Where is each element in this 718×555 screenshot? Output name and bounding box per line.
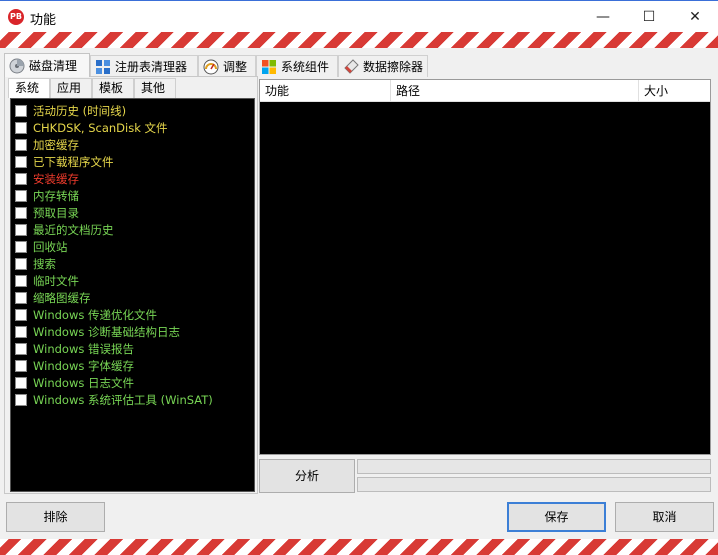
- save-button[interactable]: 保存: [507, 502, 606, 532]
- checkbox[interactable]: [15, 377, 27, 389]
- checkbox[interactable]: [15, 343, 27, 355]
- list-item[interactable]: 预取目录: [15, 205, 79, 221]
- window-title: 功能: [30, 13, 57, 28]
- close-button[interactable]: ✕: [672, 1, 718, 33]
- maximize-button[interactable]: ☐: [626, 1, 672, 33]
- list-item[interactable]: CHKDSK, ScanDisk 文件: [15, 120, 168, 136]
- list-item[interactable]: Windows 传递优化文件: [15, 307, 157, 323]
- item-label: 回收站: [33, 240, 68, 254]
- checkbox[interactable]: [15, 122, 27, 134]
- list-item[interactable]: 内存转储: [15, 188, 79, 204]
- list-item[interactable]: Windows 日志文件: [15, 375, 134, 391]
- list-item[interactable]: 回收站: [15, 239, 68, 255]
- item-label: 临时文件: [33, 274, 79, 288]
- minimize-button[interactable]: —: [580, 1, 626, 33]
- list-item[interactable]: 加密缓存: [15, 137, 79, 153]
- windows-icon: [261, 59, 277, 75]
- checkbox[interactable]: [15, 156, 27, 168]
- item-label: Windows 日志文件: [33, 376, 134, 390]
- analyze-button[interactable]: 分析: [259, 459, 355, 493]
- cleanup-item-list: 活动历史 (时间线) CHKDSK, ScanDisk 文件 加密缓存 已下载程…: [10, 98, 255, 492]
- item-label: Windows 错误报告: [33, 342, 134, 356]
- hazard-stripe-bottom: [0, 539, 718, 555]
- subtab-templates[interactable]: 模板: [92, 78, 134, 98]
- column-header-path[interactable]: 路径: [391, 80, 639, 102]
- item-label: 最近的文档历史: [33, 223, 114, 237]
- checkbox[interactable]: [15, 394, 27, 406]
- subtab-apps[interactable]: 应用: [50, 78, 92, 98]
- checkbox[interactable]: [15, 309, 27, 321]
- item-label: 加密缓存: [33, 138, 79, 152]
- list-item[interactable]: Windows 系统评估工具 (WinSAT): [15, 392, 213, 408]
- checkbox[interactable]: [15, 292, 27, 304]
- item-label: Windows 系统评估工具 (WinSAT): [33, 393, 213, 407]
- tab-disk-cleanup[interactable]: 磁盘清理: [4, 53, 90, 77]
- eraser-icon: [343, 58, 359, 75]
- checkbox[interactable]: [15, 241, 27, 253]
- tab-label: 数据擦除器: [363, 59, 424, 74]
- hazard-stripe-top: [0, 32, 718, 48]
- list-item[interactable]: 活动历史 (时间线): [15, 103, 126, 119]
- progress-bar-primary: [357, 459, 711, 474]
- main-tab-bar: 磁盘清理 注册表清理器 调整 系统组件 数据擦除器: [4, 53, 428, 77]
- item-label: Windows 字体缓存: [33, 359, 134, 373]
- list-item[interactable]: Windows 错误报告: [15, 341, 134, 357]
- registry-icon: [95, 59, 111, 75]
- checkbox[interactable]: [15, 224, 27, 236]
- item-label: 缩略图缓存: [33, 291, 91, 305]
- gauge-icon: [203, 59, 219, 75]
- checkbox[interactable]: [15, 326, 27, 338]
- checkbox[interactable]: [15, 139, 27, 151]
- item-label: Windows 传递优化文件: [33, 308, 157, 322]
- checkbox[interactable]: [15, 275, 27, 287]
- tab-system-components[interactable]: 系统组件: [256, 55, 338, 77]
- item-label: 内存转储: [33, 189, 79, 203]
- tab-label: 系统组件: [281, 59, 330, 74]
- list-item[interactable]: 最近的文档历史: [15, 222, 114, 238]
- cancel-button[interactable]: 取消: [615, 502, 714, 532]
- list-item[interactable]: Windows 诊断基础结构日志: [15, 324, 180, 340]
- item-label: 活动历史 (时间线): [33, 104, 127, 118]
- column-header-feature[interactable]: 功能: [260, 80, 391, 102]
- list-item[interactable]: 搜索: [15, 256, 56, 272]
- subtab-system[interactable]: 系统: [8, 78, 50, 98]
- checkbox[interactable]: [15, 173, 27, 185]
- title-bar: PB 功能 — ☐ ✕: [0, 0, 718, 32]
- tab-label: 调整: [223, 59, 248, 74]
- tab-data-wiper[interactable]: 数据擦除器: [338, 55, 428, 77]
- tab-tweaks[interactable]: 调整: [198, 55, 256, 77]
- item-label: CHKDSK, ScanDisk 文件: [33, 121, 168, 135]
- disk-cleanup-icon: [9, 58, 25, 74]
- item-label: Windows 诊断基础结构日志: [33, 325, 180, 339]
- subtab-other[interactable]: 其他: [134, 78, 176, 98]
- checkbox[interactable]: [15, 105, 27, 117]
- item-label: 搜索: [33, 257, 56, 271]
- tab-registry-cleaner[interactable]: 注册表清理器: [90, 55, 198, 77]
- results-table: 功能 路径 大小: [259, 79, 711, 455]
- list-item[interactable]: 安装缓存: [15, 171, 79, 187]
- progress-bar-secondary: [357, 477, 711, 492]
- list-item[interactable]: 临时文件: [15, 273, 79, 289]
- list-item[interactable]: Windows 字体缓存: [15, 358, 134, 374]
- checkbox[interactable]: [15, 190, 27, 202]
- item-label: 已下载程序文件: [33, 155, 114, 169]
- list-item[interactable]: 已下载程序文件: [15, 154, 114, 170]
- column-header-size[interactable]: 大小: [639, 80, 710, 102]
- item-label: 预取目录: [33, 206, 79, 220]
- item-label: 安装缓存: [33, 172, 79, 186]
- app-logo-icon: PB: [8, 9, 24, 25]
- checkbox[interactable]: [15, 258, 27, 270]
- checkbox[interactable]: [15, 207, 27, 219]
- exclude-button[interactable]: 排除: [6, 502, 105, 532]
- tab-label: 注册表清理器: [115, 59, 188, 74]
- tab-label: 磁盘清理: [29, 58, 78, 73]
- table-header: 功能 路径 大小: [260, 80, 710, 102]
- list-item[interactable]: 缩略图缓存: [15, 290, 91, 306]
- checkbox[interactable]: [15, 360, 27, 372]
